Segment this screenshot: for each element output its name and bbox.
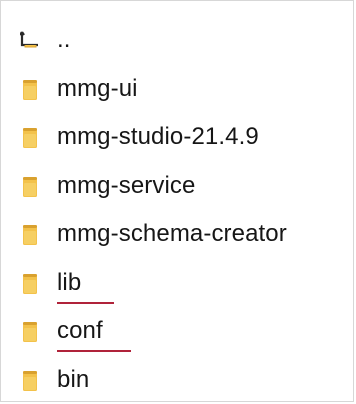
list-item-bin[interactable]: bin bbox=[1, 354, 356, 403]
red-underline-annotation bbox=[57, 301, 114, 304]
list-item-label: mmg-studio-21.4.9 bbox=[57, 123, 259, 150]
list-item-conf[interactable]: conf bbox=[1, 305, 356, 354]
list-item-label: conf bbox=[57, 317, 103, 344]
folder-icon bbox=[20, 320, 40, 344]
folder-icon bbox=[20, 369, 40, 393]
list-item-mmg-service[interactable]: mmg-service bbox=[1, 160, 356, 209]
list-item-label: mmg-schema-creator bbox=[57, 220, 287, 247]
list-item-label: lib bbox=[57, 268, 82, 296]
list-item-mmg-studio[interactable]: mmg-studio-21.4.9 bbox=[1, 111, 356, 160]
folder-icon bbox=[20, 126, 40, 150]
folder-icon bbox=[20, 78, 40, 102]
parent-folder-icon bbox=[20, 29, 40, 53]
red-underline-annotation bbox=[57, 350, 131, 352]
list-item-mmg-schema-creator[interactable]: mmg-schema-creator bbox=[1, 208, 356, 257]
list-item-label: mmg-ui bbox=[57, 74, 138, 102]
folder-icon bbox=[20, 223, 40, 247]
file-list-window: .. mmg-ui mmg-studio-21.4.9 mmg-service … bbox=[0, 0, 354, 402]
file-list: .. mmg-ui mmg-studio-21.4.9 mmg-service … bbox=[1, 14, 356, 402]
folder-icon bbox=[20, 272, 40, 296]
list-item-lib[interactable]: lib bbox=[1, 257, 356, 306]
list-item-label: bin bbox=[57, 365, 90, 393]
folder-icon bbox=[20, 175, 40, 199]
list-item-label: mmg-service bbox=[57, 171, 196, 199]
list-item-parent-directory[interactable]: .. bbox=[1, 14, 356, 63]
list-item-mmg-ui[interactable]: mmg-ui bbox=[1, 63, 356, 112]
list-item-label: .. bbox=[57, 26, 71, 53]
